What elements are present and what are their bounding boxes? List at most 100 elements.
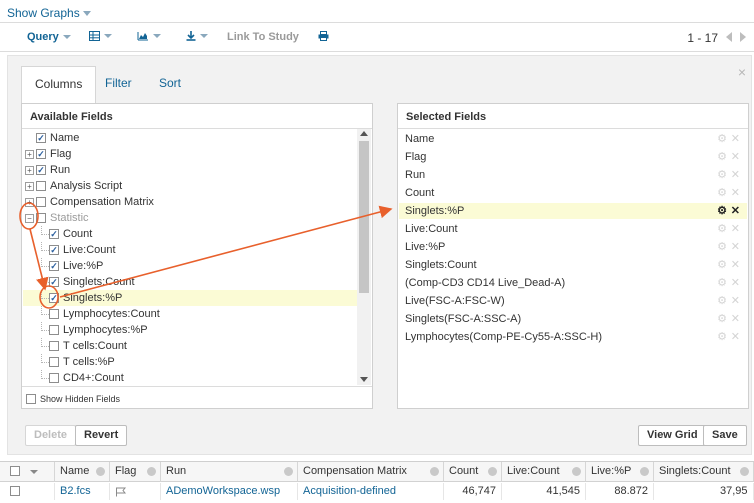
field-checkbox[interactable] — [36, 213, 46, 223]
column-header-live-count[interactable]: Live:Count — [502, 462, 586, 482]
sort-icon[interactable] — [284, 467, 293, 476]
show-hidden-checkbox[interactable] — [26, 394, 36, 404]
sort-icon[interactable] — [640, 467, 649, 476]
field-checkbox[interactable] — [36, 181, 46, 191]
tree-item[interactable]: ✓ Name — [23, 130, 357, 146]
expand-icon[interactable]: + — [25, 166, 34, 175]
selected-field-item[interactable]: Live(FSC-A:FSC-W) ⚙ ✕ — [399, 293, 747, 309]
remove-icon[interactable]: ✕ — [731, 329, 740, 345]
row-select-cell[interactable] — [0, 483, 55, 500]
selected-field-item[interactable]: Flag ⚙ ✕ — [399, 149, 747, 165]
column-header-run[interactable]: Run — [161, 462, 298, 482]
remove-icon[interactable]: ✕ — [731, 311, 740, 327]
selected-field-item[interactable]: Live:%P ⚙ ✕ — [399, 239, 747, 255]
column-header-singlets-count[interactable]: Singlets:Count — [654, 462, 754, 482]
flag-icon[interactable] — [115, 487, 127, 497]
expand-icon[interactable]: + — [25, 182, 34, 191]
gear-icon[interactable]: ⚙ — [717, 203, 727, 219]
field-checkbox[interactable] — [36, 197, 46, 207]
column-header-name[interactable]: Name — [55, 462, 110, 482]
tree-item[interactable]: ✓ Live:Count — [23, 242, 357, 258]
tree-item[interactable]: + Compensation Matrix — [23, 194, 357, 210]
caret-down-icon[interactable] — [30, 470, 38, 474]
selected-field-item[interactable]: Singlets:%P ⚙ ✕ — [399, 203, 747, 219]
show-graphs-menu[interactable]: Show Graphs — [7, 6, 91, 20]
gear-icon[interactable]: ⚙ — [717, 311, 727, 327]
tree-item[interactable]: ✓ Count — [23, 226, 357, 242]
tree-item[interactable]: Lymphocytes:%P — [23, 322, 357, 338]
expand-icon[interactable]: + — [25, 150, 34, 159]
remove-icon[interactable]: ✕ — [731, 131, 740, 147]
remove-icon[interactable]: ✕ — [731, 167, 740, 183]
selected-field-item[interactable]: Singlets(FSC-A:SSC-A) ⚙ ✕ — [399, 311, 747, 327]
tab-sort[interactable]: Sort — [146, 66, 194, 102]
column-header-count[interactable]: Count — [444, 462, 502, 482]
gear-icon[interactable]: ⚙ — [717, 149, 727, 165]
available-fields-scrollbar[interactable] — [357, 129, 371, 385]
gear-icon[interactable]: ⚙ — [717, 329, 727, 345]
remove-icon[interactable]: ✕ — [731, 275, 740, 291]
row-checkbox[interactable] — [10, 486, 20, 496]
selected-field-item[interactable]: (Comp-CD3 CD14 Live_Dead-A) ⚙ ✕ — [399, 275, 747, 291]
field-checkbox[interactable]: ✓ — [49, 277, 59, 287]
field-checkbox[interactable]: ✓ — [49, 261, 59, 271]
scroll-down-icon[interactable] — [360, 377, 368, 382]
view-grid-button[interactable]: View Grid — [638, 425, 707, 446]
remove-icon[interactable]: ✕ — [731, 257, 740, 273]
field-checkbox[interactable]: ✓ — [49, 293, 59, 303]
remove-icon[interactable]: ✕ — [731, 203, 740, 219]
tree-item[interactable]: ✓ Singlets:%P — [23, 290, 357, 306]
remove-icon[interactable]: ✕ — [731, 239, 740, 255]
tree-item[interactable]: ✓ Live:%P — [23, 258, 357, 274]
cell-name[interactable]: B2.fcs — [55, 483, 110, 500]
field-checkbox[interactable]: ✓ — [36, 133, 46, 143]
link-to-study-button[interactable]: Link To Study — [227, 31, 299, 43]
gear-icon[interactable]: ⚙ — [717, 257, 727, 273]
tree-item[interactable]: CD4+:Count — [23, 370, 357, 386]
tree-item[interactable]: ✓ Singlets:Count — [23, 274, 357, 290]
select-all-header[interactable] — [0, 462, 55, 482]
tree-item[interactable]: + Analysis Script — [23, 178, 357, 194]
selected-field-item[interactable]: Name ⚙ ✕ — [399, 131, 747, 147]
cell-compensation-matrix[interactable]: Acquisition-defined — [298, 483, 444, 500]
tree-item[interactable]: T cells:Count — [23, 338, 357, 354]
remove-icon[interactable]: ✕ — [731, 185, 740, 201]
selected-field-item[interactable]: Lymphocytes(Comp-PE-Cy55-A:SSC-H) ⚙ ✕ — [399, 329, 747, 345]
field-checkbox[interactable] — [49, 309, 59, 319]
sort-icon[interactable] — [572, 467, 581, 476]
previous-page-icon[interactable] — [726, 32, 732, 42]
gear-icon[interactable]: ⚙ — [717, 221, 727, 237]
column-header-flag[interactable]: Flag — [110, 462, 161, 482]
tree-item[interactable]: − Statistic — [23, 210, 357, 226]
tree-item[interactable]: + ✓ Flag — [23, 146, 357, 162]
cell-run[interactable]: ADemoWorkspace.wsp — [161, 483, 298, 500]
sort-icon[interactable] — [430, 467, 439, 476]
selected-field-item[interactable]: Run ⚙ ✕ — [399, 167, 747, 183]
export-button[interactable] — [186, 31, 208, 41]
save-button[interactable]: Save — [703, 425, 747, 446]
gear-icon[interactable]: ⚙ — [717, 239, 727, 255]
tab-filter[interactable]: Filter — [92, 66, 145, 102]
field-checkbox[interactable]: ✓ — [36, 149, 46, 159]
sort-icon[interactable] — [740, 467, 749, 476]
field-checkbox[interactable] — [49, 341, 59, 351]
scroll-up-icon[interactable] — [360, 131, 368, 136]
charts-button[interactable] — [137, 31, 161, 41]
tree-item[interactable]: Lymphocytes:Count — [23, 306, 357, 322]
field-checkbox[interactable] — [49, 357, 59, 367]
gear-icon[interactable]: ⚙ — [717, 167, 727, 183]
field-checkbox[interactable]: ✓ — [49, 245, 59, 255]
gear-icon[interactable]: ⚙ — [717, 293, 727, 309]
remove-icon[interactable]: ✕ — [731, 149, 740, 165]
delete-button[interactable]: Delete — [25, 425, 77, 446]
collapse-icon[interactable]: − — [25, 214, 34, 223]
selected-field-item[interactable]: Singlets:Count ⚙ ✕ — [399, 257, 747, 273]
print-button[interactable] — [318, 31, 329, 41]
selected-field-item[interactable]: Live:Count ⚙ ✕ — [399, 221, 747, 237]
cell-flag[interactable] — [110, 483, 161, 500]
selected-field-item[interactable]: Count ⚙ ✕ — [399, 185, 747, 201]
gear-icon[interactable]: ⚙ — [717, 275, 727, 291]
field-checkbox[interactable] — [49, 373, 59, 383]
field-checkbox[interactable] — [49, 325, 59, 335]
field-checkbox[interactable]: ✓ — [36, 165, 46, 175]
